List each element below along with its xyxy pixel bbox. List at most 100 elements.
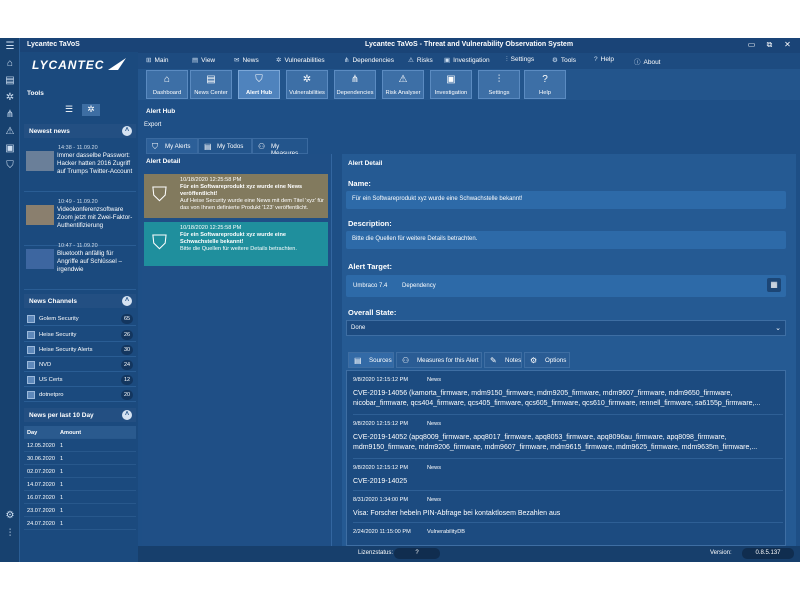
source-date: 9/8/2020 12:15:12 PM bbox=[353, 377, 409, 383]
channel-item[interactable]: Heise Security 26 bbox=[24, 328, 136, 342]
menu-tools[interactable]: ⚙ Tools bbox=[552, 56, 576, 64]
menu-settings[interactable]: ⫶ Settings bbox=[506, 56, 534, 64]
news-per-day-header[interactable]: News per last 10 Day ˄ bbox=[24, 408, 136, 422]
menu-risks[interactable]: ⚠ Risks bbox=[408, 56, 433, 64]
table-row[interactable]: 12.05.2020 1 bbox=[24, 439, 136, 452]
table-row[interactable]: 14.07.2020 1 bbox=[24, 478, 136, 491]
ribbon-alert-hub-button[interactable]: ⛉ Alert Hub bbox=[238, 70, 280, 99]
news-channels-header[interactable]: News Channels ˄ bbox=[24, 294, 136, 308]
tab-my-alerts[interactable]: ⛉ My Alerts bbox=[146, 138, 198, 154]
minimize-icon[interactable]: ▭ bbox=[746, 40, 757, 50]
tab-my-todos[interactable]: ▤ My Todos bbox=[198, 138, 252, 154]
source-text: CVE-2019-14056 (kamorta_firmware, mdm915… bbox=[353, 390, 761, 407]
menu-dependencies[interactable]: ⋔ Dependencies bbox=[344, 56, 394, 64]
channel-count: 65 bbox=[121, 314, 133, 324]
tab-measures-for-alert[interactable]: ⚇ Measures for this Alert bbox=[396, 352, 482, 368]
ribbon-help-button[interactable]: ? Help bbox=[524, 70, 566, 99]
table-row[interactable]: 23.07.2020 1 bbox=[24, 504, 136, 517]
menu-news[interactable]: ✉ News bbox=[234, 56, 259, 64]
export-button[interactable]: Export bbox=[144, 122, 161, 128]
sources-list: 9/8/2020 12:15:12 PM News CVE-2019-14056… bbox=[346, 370, 786, 546]
warning-icon[interactable]: ⚠ bbox=[4, 126, 16, 138]
channel-count: 26 bbox=[121, 330, 133, 340]
detail-heading: Alert Detail bbox=[348, 160, 383, 167]
ribbon-vulnerabilities-button[interactable]: ✲ Vulnerabilities bbox=[286, 70, 328, 99]
sliders-icon[interactable]: ⫶ bbox=[4, 528, 16, 540]
ribbon-investigation-button[interactable]: ▣ Investigation bbox=[430, 70, 472, 99]
settings-icon[interactable]: ⚙ bbox=[4, 510, 16, 522]
menu-about[interactable]: ⓘ About bbox=[634, 56, 661, 66]
table-row[interactable]: 02.07.2020 1 bbox=[24, 465, 136, 478]
channel-item[interactable]: Golem Security 65 bbox=[24, 312, 136, 326]
grid-view-icon[interactable]: ✲ bbox=[82, 104, 100, 116]
investigation-icon[interactable]: ▣ bbox=[4, 143, 16, 155]
news-icon: ✉ bbox=[234, 57, 240, 64]
divider bbox=[353, 458, 783, 459]
table-row[interactable]: 30.06.2020 1 bbox=[24, 452, 136, 465]
tab-notes[interactable]: ✎ Notes bbox=[484, 352, 522, 368]
bug-icon[interactable]: ✲ bbox=[4, 92, 16, 104]
day-cell: 14.07.2020 bbox=[27, 482, 55, 488]
menu-vulnerabilities[interactable]: ✲ Vulnerabilities bbox=[276, 56, 325, 64]
alert-card[interactable]: ⛉ 10/18/2020 12:25:58 PM Für ein Softwar… bbox=[144, 174, 328, 218]
news-icon[interactable]: ▤ bbox=[4, 75, 16, 87]
news-item[interactable]: 10:49 - 11.09.20 Videokonferenzsoftware … bbox=[24, 196, 136, 246]
source-type: News bbox=[427, 421, 441, 427]
divider bbox=[353, 522, 783, 523]
menu-label: News bbox=[242, 57, 259, 64]
ribbon-dashboard-button[interactable]: ⌂ Dashboard bbox=[146, 70, 188, 99]
tab-my-measures[interactable]: ⚇My Measures bbox=[252, 138, 308, 157]
menu-main[interactable]: ⊞ Main bbox=[146, 56, 169, 64]
menu-label: Settings bbox=[510, 56, 535, 63]
collapse-days-icon[interactable]: ˄ bbox=[122, 410, 132, 420]
ribbon-dependencies-button[interactable]: ⋔ Dependencies bbox=[334, 70, 376, 99]
app-window: ☰ ⌂ ▤ ✲ ⋔ ⚠ ▣ ⛉ ⚙ ⫶ Lycantec TaVoS LYCAN… bbox=[0, 38, 800, 562]
shield-icon[interactable]: ⛉ bbox=[4, 160, 16, 172]
tab-label: Sources bbox=[369, 357, 392, 364]
collapse-channels-icon[interactable]: ˄ bbox=[122, 296, 132, 306]
ribbon-settings-button[interactable]: ⫶ Settings bbox=[478, 70, 520, 99]
ribbon-label: Investigation bbox=[434, 90, 468, 96]
home-icon[interactable]: ⌂ bbox=[4, 58, 16, 70]
overall-state-select[interactable]: Done ⌄ bbox=[346, 320, 786, 336]
day-cell: 12.05.2020 bbox=[27, 443, 55, 449]
sidebar: Lycantec TaVoS LYCANTEC Tools ☰ ✲ Newest… bbox=[20, 38, 138, 562]
amount-cell: 1 bbox=[60, 469, 64, 475]
shield-alert-icon: ⛉ bbox=[152, 232, 167, 254]
channel-item[interactable]: NVD 24 bbox=[24, 358, 136, 372]
news-item[interactable]: 10:47 - 11.09.20 Bluetooth anfällig für … bbox=[24, 240, 136, 290]
dependencies-icon[interactable]: ⋔ bbox=[4, 109, 16, 121]
channel-name: Golem Security bbox=[39, 316, 79, 322]
hamburger-menu-icon[interactable]: ☰ bbox=[4, 41, 16, 53]
ribbon-news-center-button[interactable]: ▤ News Center bbox=[190, 70, 232, 99]
menu-help[interactable]: ? Help bbox=[594, 56, 614, 63]
menu-investigation[interactable]: ▣ Investigation bbox=[444, 56, 490, 64]
news-item[interactable]: 14:38 - 11.09.20 Immer dasselbe Passwort… bbox=[24, 142, 136, 192]
channel-item[interactable]: US Certs 12 bbox=[24, 373, 136, 387]
close-icon[interactable]: ✕ bbox=[782, 40, 793, 50]
amount-cell: 1 bbox=[60, 456, 64, 462]
ribbon-label: Settings bbox=[488, 90, 510, 96]
channel-name: NVD bbox=[39, 362, 52, 368]
menu-view[interactable]: ▤ View bbox=[192, 56, 215, 64]
rss-icon bbox=[27, 391, 35, 399]
ribbon-label: Dashboard bbox=[152, 90, 182, 96]
dependencies-icon: ⋔ bbox=[350, 74, 360, 85]
collapse-news-icon[interactable]: ˄ bbox=[122, 126, 132, 136]
calendar-icon[interactable]: ▦ bbox=[767, 278, 781, 292]
tab-sources[interactable]: ▤ Sources bbox=[348, 352, 394, 368]
restore-icon[interactable]: ⧉ bbox=[764, 40, 775, 50]
tools-label: Tools bbox=[27, 90, 44, 97]
source-type: News bbox=[427, 497, 441, 503]
description-value: Bitte die Quellen für weitere Details be… bbox=[346, 231, 786, 249]
table-row[interactable]: 24.07.2020 1 bbox=[24, 517, 136, 530]
list-view-icon[interactable]: ☰ bbox=[60, 104, 78, 116]
ribbon-risk-analyser-button[interactable]: ⚠ Risk Analyser bbox=[382, 70, 424, 99]
alert-card[interactable]: ⛉ 10/18/2020 12:25:58 PM Für ein Softwar… bbox=[144, 222, 328, 266]
table-row[interactable]: 16.07.2020 1 bbox=[24, 491, 136, 504]
tab-options[interactable]: ⚙ Options bbox=[524, 352, 570, 368]
channel-item[interactable]: Heise Security Alerts 30 bbox=[24, 343, 136, 357]
channel-item[interactable]: dotnetpro 20 bbox=[24, 388, 136, 402]
newest-news-header[interactable]: Newest news ˄ bbox=[24, 124, 136, 138]
day-cell: 30.06.2020 bbox=[27, 456, 55, 462]
